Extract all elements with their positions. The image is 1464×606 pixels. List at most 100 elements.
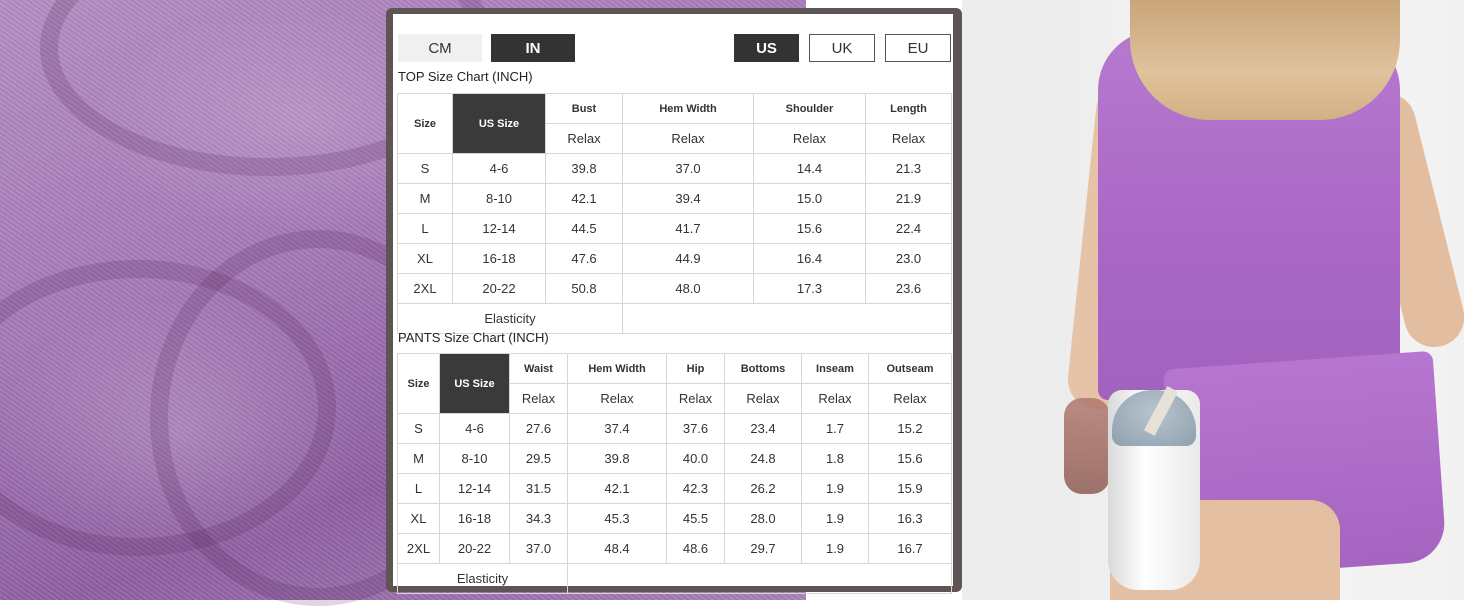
table-cell: 37.4 xyxy=(567,413,667,444)
table-cell: 48.0 xyxy=(622,273,754,304)
table-cell: 20-22 xyxy=(452,273,546,304)
table-cell: 37.0 xyxy=(622,153,754,184)
photo-background xyxy=(962,0,1058,600)
header-length: Length xyxy=(865,93,952,124)
table-cell: 24.8 xyxy=(724,443,802,474)
fit-cell: Relax xyxy=(509,383,568,414)
region-us-button[interactable]: US xyxy=(734,34,799,62)
table-cell: 45.5 xyxy=(666,503,725,534)
header-bust: Bust xyxy=(545,93,623,124)
header-hem-width: Hem Width xyxy=(567,353,667,384)
table-cell: S xyxy=(397,413,440,444)
fit-cell: Relax xyxy=(865,123,952,154)
table-cell: 42.3 xyxy=(666,473,725,504)
table-cell: 1.9 xyxy=(801,503,869,534)
table-cell: 16-18 xyxy=(439,503,510,534)
table-row: XL 16-18 47.6 44.9 16.4 23.0 xyxy=(397,243,952,274)
table-cell: 39.4 xyxy=(622,183,754,214)
header-hip: Hip xyxy=(666,353,725,384)
header-size: Size xyxy=(397,353,440,414)
table-cell: 15.9 xyxy=(868,473,952,504)
table-cell: 23.0 xyxy=(865,243,952,274)
table-cell: 48.6 xyxy=(666,533,725,564)
table-cell: 23.4 xyxy=(724,413,802,444)
table-cell: 1.9 xyxy=(801,473,869,504)
table-cell: M xyxy=(397,443,440,474)
header-shoulder: Shoulder xyxy=(753,93,866,124)
table-cell: 12-14 xyxy=(452,213,546,244)
table-cell: 37.6 xyxy=(666,413,725,444)
fit-cell: Relax xyxy=(801,383,869,414)
fit-cell: Relax xyxy=(622,123,754,154)
table-row: S 4-6 39.8 37.0 14.4 21.3 xyxy=(397,153,952,184)
table-cell: 22.4 xyxy=(865,213,952,244)
table-cell: 1.8 xyxy=(801,443,869,474)
table-cell: 48.4 xyxy=(567,533,667,564)
elasticity-label: Elasticity xyxy=(397,563,568,594)
unit-in-button[interactable]: IN xyxy=(491,34,575,62)
unit-cm-button[interactable]: CM xyxy=(398,34,482,62)
table-cell: 26.2 xyxy=(724,473,802,504)
table-cell: 45.3 xyxy=(567,503,667,534)
table-cell: 16.7 xyxy=(868,533,952,564)
header-waist: Waist xyxy=(509,353,568,384)
table-cell: 8-10 xyxy=(439,443,510,474)
table-cell: 16.4 xyxy=(753,243,866,274)
size-chart-panel: CM IN US UK EU TOP Size Chart (INCH) Siz… xyxy=(393,14,953,594)
table-row: L 12-14 44.5 41.7 15.6 22.4 xyxy=(397,213,952,244)
table-cell: 14.4 xyxy=(753,153,866,184)
region-eu-button[interactable]: EU xyxy=(885,34,951,62)
table-row: XL 16-18 34.3 45.3 45.5 28.0 1.9 16.3 xyxy=(397,503,952,534)
table-cell: 4-6 xyxy=(439,413,510,444)
header-us-size: US Size xyxy=(452,93,546,154)
table-cell: 20-22 xyxy=(439,533,510,564)
table-cell: M xyxy=(397,183,453,214)
table-cell: 42.1 xyxy=(545,183,623,214)
table-cell: 28.0 xyxy=(724,503,802,534)
table-cell: XL xyxy=(397,243,453,274)
table-cell: 39.8 xyxy=(567,443,667,474)
table-cell: 2XL xyxy=(397,533,440,564)
table-cell: 21.3 xyxy=(865,153,952,184)
fit-cell: Relax xyxy=(567,383,667,414)
header-size: Size xyxy=(397,93,453,154)
table-cell: 15.0 xyxy=(753,183,866,214)
table-cell: L xyxy=(397,213,453,244)
fit-cell: Relax xyxy=(724,383,802,414)
header-inseam: Inseam xyxy=(801,353,869,384)
table-cell: 29.5 xyxy=(509,443,568,474)
table-cell: 23.6 xyxy=(865,273,952,304)
table-cell: 15.6 xyxy=(868,443,952,474)
table-cell: S xyxy=(397,153,453,184)
header-us-size: US Size xyxy=(439,353,510,414)
table-cell: 39.8 xyxy=(545,153,623,184)
fit-cell: Relax xyxy=(666,383,725,414)
table-cell: 17.3 xyxy=(753,273,866,304)
pants-size-table: Size US Size Waist Hem Width Hip Bottoms… xyxy=(397,353,952,594)
table-cell: 8-10 xyxy=(452,183,546,214)
table-row: M 8-10 42.1 39.4 15.0 21.9 xyxy=(397,183,952,214)
elasticity-label: Elasticity xyxy=(397,303,623,334)
fit-cell: Relax xyxy=(753,123,866,154)
top-size-table: Size US Size Bust Hem Width Shoulder Len… xyxy=(397,93,952,334)
table-cell: 47.6 xyxy=(545,243,623,274)
size-chart-card: CM IN US UK EU TOP Size Chart (INCH) Siz… xyxy=(386,8,962,594)
elasticity-value xyxy=(622,303,952,334)
sunglasses xyxy=(1064,398,1110,494)
table-row: M 8-10 29.5 39.8 40.0 24.8 1.8 15.6 xyxy=(397,443,952,474)
table-cell: 29.7 xyxy=(724,533,802,564)
table-cell: L xyxy=(397,473,440,504)
top-chart-title: TOP Size Chart (INCH) xyxy=(398,69,533,84)
table-cell: 44.9 xyxy=(622,243,754,274)
header-hem-width: Hem Width xyxy=(622,93,754,124)
table-cell: 15.6 xyxy=(753,213,866,244)
region-uk-button[interactable]: UK xyxy=(809,34,875,62)
table-cell: 34.3 xyxy=(509,503,568,534)
table-cell: 41.7 xyxy=(622,213,754,244)
table-row: S 4-6 27.6 37.4 37.6 23.4 1.7 15.2 xyxy=(397,413,952,444)
table-cell: 1.9 xyxy=(801,533,869,564)
top-table-body: S 4-6 39.8 37.0 14.4 21.3 M 8-10 42.1 39.4 15.0 21.… xyxy=(397,153,952,304)
pants-chart-title: PANTS Size Chart (INCH) xyxy=(398,330,549,345)
table-cell: 50.8 xyxy=(545,273,623,304)
table-cell: 16-18 xyxy=(452,243,546,274)
